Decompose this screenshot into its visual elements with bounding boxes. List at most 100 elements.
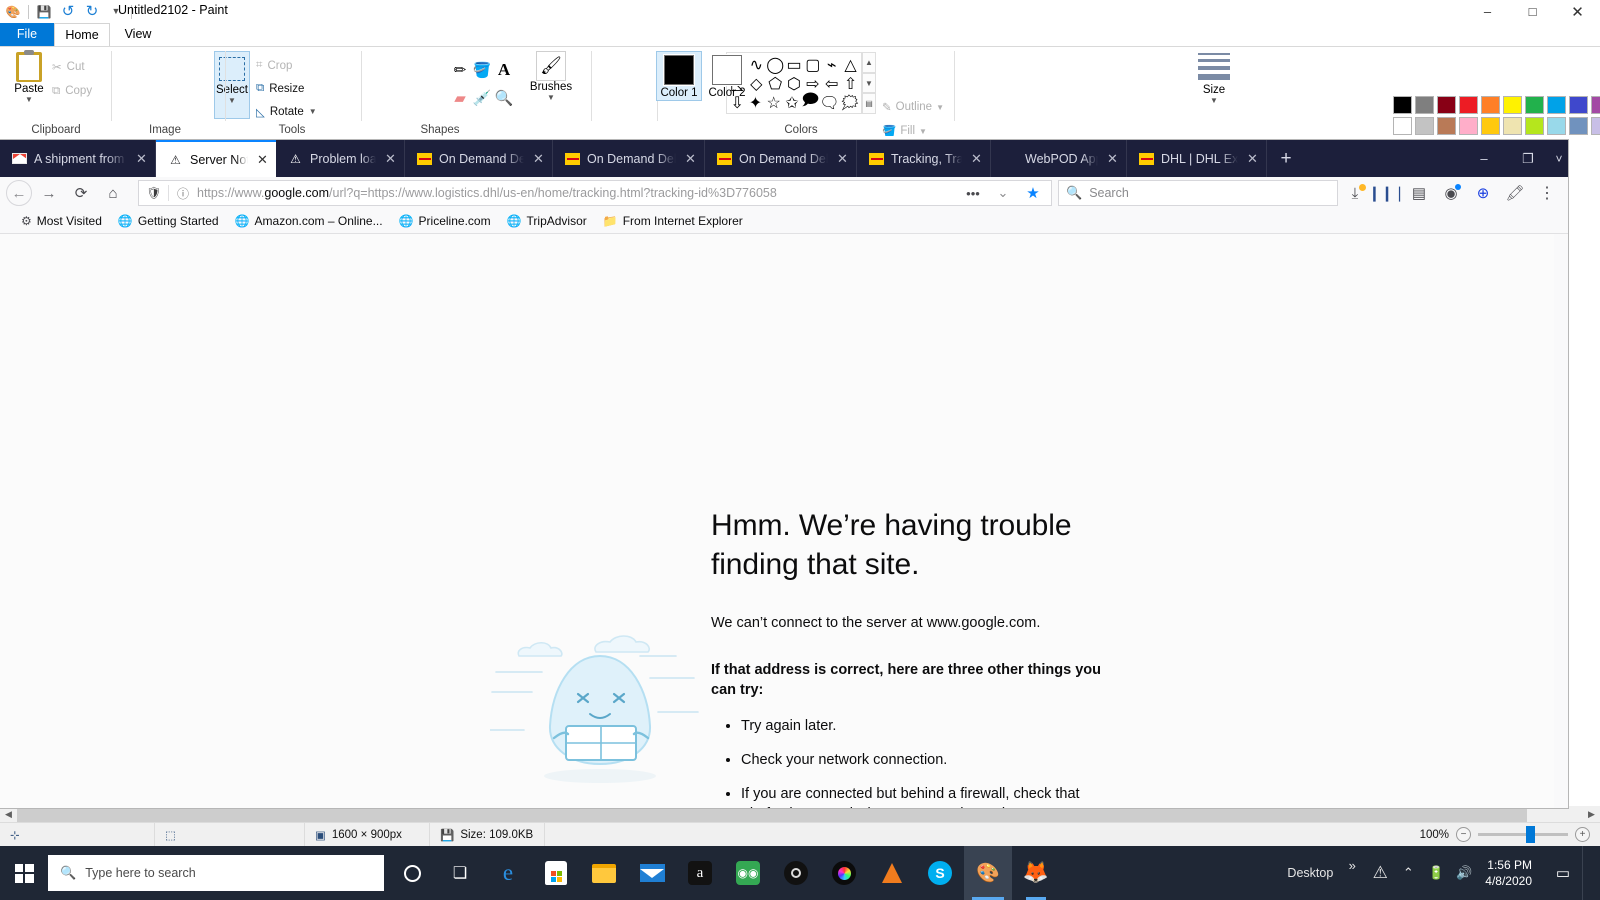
color-2-button[interactable]: Color 2	[704, 51, 750, 101]
palette-swatch-2-7[interactable]	[1525, 117, 1544, 135]
browser-tab[interactable]: On Demand Deliv ✕	[405, 140, 553, 177]
downloads-icon[interactable]: ⤓	[1340, 180, 1370, 206]
zoom-out-button[interactable]: −	[1456, 827, 1471, 842]
zoom-control[interactable]: 100% − +	[1420, 826, 1600, 843]
tab-close-icon[interactable]: ✕	[969, 151, 984, 167]
pocket-button[interactable]: ⌄	[990, 181, 1016, 205]
zoom-in-button[interactable]: +	[1575, 827, 1590, 842]
palette-swatch-1-9[interactable]	[1569, 96, 1588, 114]
bookmark-star-icon[interactable]: ★	[1020, 181, 1046, 205]
browser-tab[interactable]: ⚠ Server Not Found ✕	[156, 140, 276, 177]
bookmark-item[interactable]: 🌐 TripAdvisor	[500, 212, 594, 230]
paint-taskbar-icon[interactable]: 🎨	[964, 846, 1012, 900]
download-blue-icon[interactable]: ⊕	[1468, 180, 1498, 206]
bookmark-item[interactable]: 🌐 Getting Started	[111, 212, 226, 230]
store-icon[interactable]	[532, 846, 580, 900]
paint-horizontal-scrollbar[interactable]: ◀ ▶	[0, 806, 1600, 822]
browser-tab[interactable]: Tracking, Track Pa ✕	[857, 140, 991, 177]
palette-swatch-2-1[interactable]	[1393, 117, 1412, 135]
firefox-taskbar-icon[interactable]: 🦊	[1012, 846, 1060, 900]
tracking-protection-shield-icon[interactable]: 🛡	[144, 186, 164, 200]
tab-home[interactable]: Home	[54, 23, 110, 46]
browser-tab[interactable]: DHL | DHL Express ✕	[1127, 140, 1267, 177]
library-icon[interactable]: ❙❙❘	[1368, 180, 1406, 206]
warning-icon[interactable]: ⚠	[1367, 846, 1393, 900]
palette-swatch-2-3[interactable]	[1437, 117, 1456, 135]
paste-button[interactable]: Paste ▼	[10, 50, 48, 104]
tab-file[interactable]: File	[0, 23, 54, 46]
bookmark-item[interactable]: 📁 From Internet Explorer	[596, 212, 750, 230]
size-button[interactable]: Size ▼	[1190, 53, 1238, 105]
tab-close-icon[interactable]: ✕	[531, 151, 546, 167]
search-bar[interactable]: 🔍 Search	[1058, 180, 1338, 206]
browser-tab[interactable]: ⚠ Problem loading p ✕	[276, 140, 405, 177]
chevron-up-icon[interactable]: ⌃	[1395, 846, 1421, 900]
cortana-icon[interactable]	[388, 846, 436, 900]
taskbar-clock[interactable]: 1:56 PM 4/8/2020	[1479, 857, 1544, 889]
palette-swatch-2-4[interactable]	[1459, 117, 1478, 135]
site-information-icon[interactable]: ⓘ	[173, 185, 193, 202]
sidebar-icon[interactable]: ▤	[1404, 180, 1434, 206]
amazon-icon[interactable]: a	[676, 846, 724, 900]
highlighter-icon[interactable]: 🖍	[1500, 180, 1530, 206]
redo-icon[interactable]: ↻	[83, 3, 101, 21]
palette-swatch-1-8[interactable]	[1547, 96, 1566, 114]
maximize-button[interactable]: □	[1510, 0, 1555, 23]
tab-view[interactable]: View	[112, 23, 164, 46]
palette-swatch-2-5[interactable]	[1481, 117, 1500, 135]
browser-tab[interactable]: A shipment from ✕	[0, 140, 156, 177]
forward-button[interactable]: →	[34, 180, 64, 206]
palette-swatch-1-2[interactable]	[1415, 96, 1434, 114]
page-actions-button[interactable]: •••	[960, 181, 986, 205]
battery-icon[interactable]: 🔋	[1423, 846, 1449, 900]
palette-swatch-1-10[interactable]	[1591, 96, 1600, 114]
scroll-right-icon[interactable]: ▶	[1583, 806, 1600, 822]
scroll-thumb[interactable]	[17, 806, 1527, 822]
bookmark-item[interactable]: 🌐 Amazon.com – Online...	[228, 212, 390, 230]
tray-overflow-icon[interactable]: »	[1339, 846, 1365, 900]
scroll-left-icon[interactable]: ◀	[0, 806, 17, 822]
reload-button[interactable]: ⟳	[66, 180, 96, 206]
back-button[interactable]: ←	[6, 180, 32, 206]
file-explorer-icon[interactable]	[580, 846, 628, 900]
mail-icon[interactable]	[628, 846, 676, 900]
home-button[interactable]: ⌂	[98, 180, 128, 206]
firefox-restore-button[interactable]: ❐	[1506, 140, 1550, 177]
volume-icon[interactable]: 🔊	[1451, 846, 1477, 900]
page-vertical-scrollbar[interactable]	[1554, 234, 1568, 808]
edge-icon[interactable]: e	[484, 846, 532, 900]
scroll-track[interactable]	[17, 806, 1583, 822]
vlc-icon[interactable]	[868, 846, 916, 900]
tab-close-icon[interactable]: ✕	[134, 151, 149, 167]
bookmark-item[interactable]: ⚙ Most Visited	[14, 212, 109, 230]
palette-swatch-1-1[interactable]	[1393, 96, 1412, 114]
palette-swatch-1-7[interactable]	[1525, 96, 1544, 114]
tab-close-icon[interactable]: ✕	[1105, 151, 1120, 167]
browser-tab[interactable]: On Demand Deliv ✕	[705, 140, 857, 177]
zoom-slider-thumb[interactable]	[1526, 826, 1535, 843]
tab-close-icon[interactable]: ✕	[1245, 151, 1260, 167]
bookmark-item[interactable]: 🌐 Priceline.com	[392, 212, 498, 230]
palette-swatch-2-6[interactable]	[1503, 117, 1522, 135]
url-bar[interactable]: 🛡 ⓘ https://www.google.com/url?q=https:/…	[138, 180, 1052, 206]
color-app-icon[interactable]	[820, 846, 868, 900]
browser-tab[interactable]: On Demand Deliv ✕	[553, 140, 705, 177]
color-1-button[interactable]: Color 1	[656, 51, 702, 101]
zoom-slider-track[interactable]	[1478, 826, 1568, 843]
palette-swatch-2-2[interactable]	[1415, 117, 1434, 135]
task-view-icon[interactable]: ❏	[436, 846, 484, 900]
taskbar-search-box[interactable]: 🔍 Type here to search	[48, 855, 384, 891]
palette-swatch-1-6[interactable]	[1503, 96, 1522, 114]
palette-swatch-1-4[interactable]	[1459, 96, 1478, 114]
firefox-minimize-button[interactable]: –	[1462, 140, 1506, 177]
skype-icon[interactable]: S	[916, 846, 964, 900]
palette-swatch-2-10[interactable]	[1591, 117, 1600, 135]
account-icon[interactable]: ◉	[1436, 180, 1466, 206]
url-text[interactable]: https://www.google.com/url?q=https://www…	[197, 186, 956, 200]
start-button[interactable]	[0, 846, 48, 900]
tab-close-icon[interactable]: ✕	[383, 151, 398, 167]
desktop-peek-label[interactable]: Desktop	[1283, 866, 1337, 880]
tab-close-icon[interactable]: ✕	[255, 152, 270, 168]
browser-tab[interactable]: WebPOD Application ✕	[991, 140, 1127, 177]
palette-swatch-2-8[interactable]	[1547, 117, 1566, 135]
